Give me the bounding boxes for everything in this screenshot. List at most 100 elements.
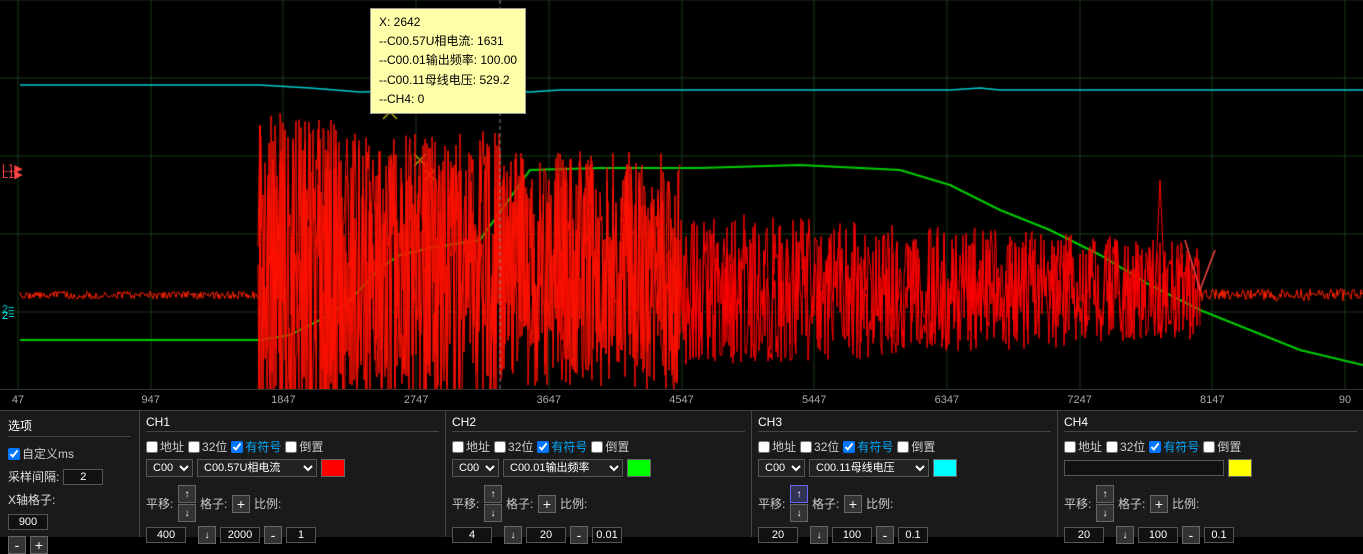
ch1-param-select[interactable]: C00.57U相电流 [197, 459, 317, 477]
sample-interval-label: 采样间隔: [8, 468, 59, 485]
ch3-addr-checkbox[interactable] [758, 441, 770, 453]
ch1-signal-label[interactable]: 有符号 [231, 438, 281, 455]
x-tick: 4547 [669, 394, 693, 406]
ch4-signal-checkbox[interactable] [1149, 441, 1161, 453]
ch3-bit32-checkbox[interactable] [800, 441, 812, 453]
ch2-grid-minus-button[interactable]: - [570, 526, 588, 544]
ch1-pan-input[interactable] [146, 527, 186, 543]
ch2-invert-label[interactable]: 倒置 [591, 438, 629, 455]
ch1-grid-input[interactable] [220, 527, 260, 543]
ch4-invert-checkbox[interactable] [1203, 441, 1215, 453]
ch2-grid-input[interactable] [526, 527, 566, 543]
custom-ms-checkbox[interactable] [8, 448, 20, 460]
ch2-signal-checkbox[interactable] [537, 441, 549, 453]
ch1-bit32-checkbox[interactable] [188, 441, 200, 453]
ch3-signal-label[interactable]: 有符号 [843, 438, 893, 455]
ch2-pan-up-button[interactable]: ↑ [484, 485, 502, 503]
ch4-pan-input[interactable] [1064, 527, 1104, 543]
ch4-bit32-checkbox[interactable] [1106, 441, 1118, 453]
ch2-pan-input[interactable] [452, 527, 492, 543]
custom-ms-label[interactable]: 自定义ms [8, 445, 74, 462]
ch2-panel: CH2 地址 32位 有符号 倒置 C00 C0 [446, 411, 752, 537]
ch2-ratio-input[interactable] [592, 527, 622, 543]
ch3-param-select[interactable]: C00.11母线电压 [809, 459, 929, 477]
ch3-ratio-input[interactable] [898, 527, 928, 543]
x-tick: 7247 [1067, 394, 1091, 406]
x-tick: 47 [12, 394, 24, 406]
ch3-pan-input[interactable] [758, 527, 798, 543]
ch4-pan-down-button[interactable]: ↓ [1096, 504, 1114, 522]
ch1-addr-checkbox[interactable] [146, 441, 158, 453]
ch3-grid-down-button[interactable]: ↓ [810, 526, 828, 544]
ch4-grid-plus-button[interactable]: + [1150, 495, 1168, 513]
ch1-grid-down-button[interactable]: ↓ [198, 526, 216, 544]
ch3-grid-input[interactable] [832, 527, 872, 543]
ch1-addr-label[interactable]: 地址 [146, 438, 184, 455]
x-grid-minus-button[interactable]: - [8, 536, 26, 554]
sample-interval-input[interactable] [63, 469, 103, 485]
ch1-panel: CH1 地址 32位 有符号 倒置 C00 C0 [140, 411, 446, 537]
ch2-title: CH2 [452, 415, 745, 432]
ch3-invert-label[interactable]: 倒置 [897, 438, 935, 455]
x-grid-input[interactable] [8, 514, 48, 530]
ch2-ratio-label: 比例: [560, 495, 588, 512]
ch4-grid-input[interactable] [1138, 527, 1178, 543]
ch4-grid-down-button[interactable]: ↓ [1116, 526, 1134, 544]
ch3-coo-select[interactable]: C00 [758, 459, 805, 477]
ch3-pan-label: 平移: [758, 495, 786, 512]
ch4-addr-label[interactable]: 地址 [1064, 438, 1102, 455]
x-tick: 90 [1339, 394, 1351, 406]
x-grid-plus-button[interactable]: + [30, 536, 48, 554]
ch1-bit32-label[interactable]: 32位 [188, 438, 227, 455]
ch2-addr-label[interactable]: 地址 [452, 438, 490, 455]
ch4-color-block[interactable] [1228, 459, 1252, 477]
ch4-empty-input[interactable] [1064, 460, 1224, 476]
ch1-grid-minus-button[interactable]: - [264, 526, 282, 544]
ch4-ratio-input[interactable] [1204, 527, 1234, 543]
ch4-panel: CH4 地址 32位 有符号 倒置 平移: [1058, 411, 1363, 537]
ch1-invert-checkbox[interactable] [285, 441, 297, 453]
ch2-grid-down-button[interactable]: ↓ [504, 526, 522, 544]
ch4-invert-label[interactable]: 倒置 [1203, 438, 1241, 455]
ch3-grid-minus-button[interactable]: - [876, 526, 894, 544]
ch2-color-block[interactable] [627, 459, 651, 477]
ch3-pan-up-button[interactable]: ↑ [790, 485, 808, 503]
ch4-signal-label[interactable]: 有符号 [1149, 438, 1199, 455]
ch3-bit32-label[interactable]: 32位 [800, 438, 839, 455]
ch3-signal-checkbox[interactable] [843, 441, 855, 453]
ch2-bit32-checkbox[interactable] [494, 441, 506, 453]
y-label-l1: L1▶ [2, 168, 23, 181]
left-options-panel: 选项 自定义ms 采样间隔: X轴格子: - + [0, 411, 140, 537]
left-panel-title: 选项 [8, 417, 131, 437]
ch4-bit32-label[interactable]: 32位 [1106, 438, 1145, 455]
x-tick: 3647 [537, 394, 561, 406]
ch2-grid-plus-button[interactable]: + [538, 495, 556, 513]
ch2-invert-checkbox[interactable] [591, 441, 603, 453]
ch4-pan-up-button[interactable]: ↑ [1096, 485, 1114, 503]
ch3-invert-checkbox[interactable] [897, 441, 909, 453]
ch3-color-block[interactable] [933, 459, 957, 477]
ch1-grid-plus-button[interactable]: + [232, 495, 250, 513]
ch4-ratio-label: 比例: [1172, 495, 1200, 512]
ch2-coo-select[interactable]: C00 [452, 459, 499, 477]
ch1-color-block[interactable] [321, 459, 345, 477]
ch2-signal-label[interactable]: 有符号 [537, 438, 587, 455]
ch1-coo-select[interactable]: C00 [146, 459, 193, 477]
ch3-grid-plus-button[interactable]: + [844, 495, 862, 513]
ch1-signal-checkbox[interactable] [231, 441, 243, 453]
ch2-grid-label: 格子: [506, 495, 534, 512]
ch1-pan-up-button[interactable]: ↑ [178, 485, 196, 503]
ch3-pan-down-button[interactable]: ↓ [790, 504, 808, 522]
ch2-addr-checkbox[interactable] [452, 441, 464, 453]
ch1-invert-label[interactable]: 倒置 [285, 438, 323, 455]
x-tick: 1847 [271, 394, 295, 406]
ch4-grid-minus-button[interactable]: - [1182, 526, 1200, 544]
ch2-pan-down-button[interactable]: ↓ [484, 504, 502, 522]
ch4-addr-checkbox[interactable] [1064, 441, 1076, 453]
ch1-pan-down-button[interactable]: ↓ [178, 504, 196, 522]
ch1-ratio-input[interactable] [286, 527, 316, 543]
ch2-param-select[interactable]: C00.01输出频率 [503, 459, 623, 477]
ch3-addr-label[interactable]: 地址 [758, 438, 796, 455]
ch3-ratio-label: 比例: [866, 495, 894, 512]
ch2-bit32-label[interactable]: 32位 [494, 438, 533, 455]
